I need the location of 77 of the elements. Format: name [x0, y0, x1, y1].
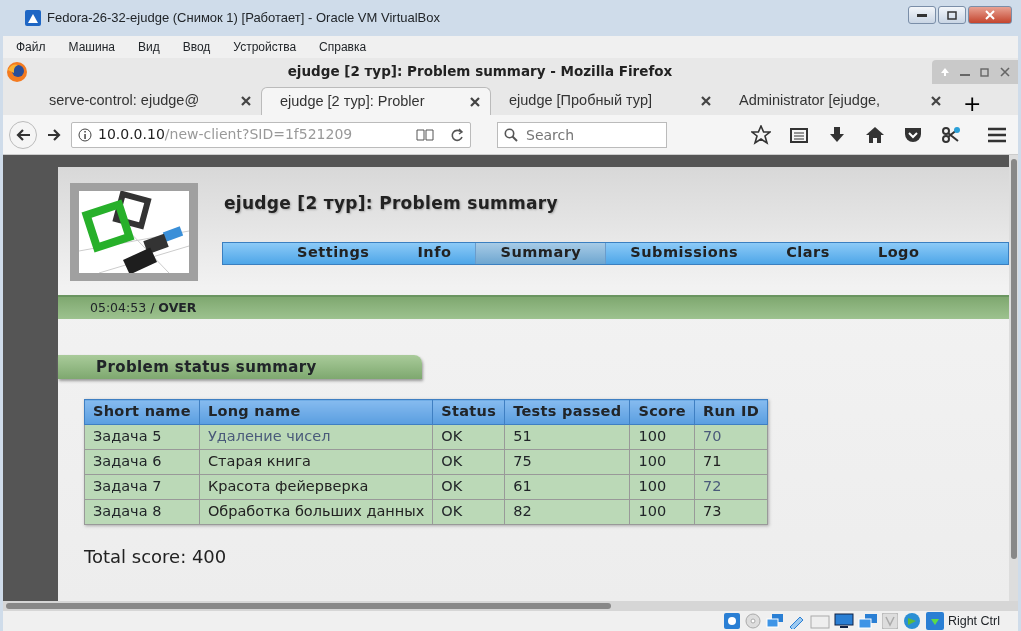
close-tab-icon[interactable]	[470, 96, 480, 107]
nav-link[interactable]: Submissions	[606, 242, 763, 264]
table-cell: Задача 7	[84, 474, 200, 500]
table-cell: 61	[504, 474, 630, 500]
reload-icon[interactable]	[450, 127, 464, 142]
table-cell: 75	[504, 449, 630, 475]
separator-text: /	[150, 298, 155, 317]
close-icon[interactable]	[1000, 66, 1010, 77]
browser-tab[interactable]: ejudge [2 тур]: Probler	[261, 87, 491, 115]
minimize-icon	[917, 13, 927, 17]
windows-icon	[857, 613, 878, 629]
reader-view-icon[interactable]	[416, 127, 434, 142]
nav-link[interactable]: Clars	[762, 242, 854, 264]
close-icon	[985, 10, 995, 20]
browser-title: ejudge [2 тур]: Problem summary - Mozilla Firefox	[287, 63, 673, 80]
column-header: Score	[629, 399, 695, 425]
table-cell: Задача 5	[84, 424, 200, 450]
table-cell: Задача 8	[84, 499, 200, 525]
globe-icon	[901, 612, 922, 630]
horizontal-scrollbar[interactable]	[3, 601, 1018, 611]
table-link[interactable]: 72	[702, 477, 722, 494]
table-cell: 51	[504, 424, 630, 450]
maximize-icon	[947, 10, 957, 20]
total-score: Total score: 400	[84, 544, 228, 569]
contest-state: OVER	[158, 298, 197, 317]
close-tab-icon[interactable]	[701, 96, 711, 106]
browser-logo-icon	[6, 60, 28, 83]
host-key-text: Right Ctrl	[947, 612, 1000, 630]
column-header: Short name	[84, 399, 200, 425]
menu-item[interactable]: Справка	[306, 38, 377, 56]
column-header: Long name	[199, 399, 433, 425]
url-text: /new-client?SID=1f521209	[164, 126, 353, 142]
section-header: Problem status summary	[58, 355, 422, 379]
address-bar[interactable]: 10.0.0.10/new-client?SID=1f521209	[71, 121, 471, 148]
new-tab-button[interactable]: +	[951, 93, 994, 115]
nav-link[interactable]: Summary	[475, 242, 607, 264]
close-tab-icon[interactable]	[241, 96, 251, 106]
display-icon	[833, 613, 854, 629]
browser-tab[interactable]: serve-control: ejudge@	[31, 87, 261, 115]
browser-tab[interactable]: Administrator [ejudge,	[721, 87, 951, 115]
search-field[interactable]: Search	[497, 121, 667, 148]
table-cell: 82	[504, 499, 630, 525]
vertical-scrollbar[interactable]	[1009, 155, 1018, 601]
info-icon	[78, 127, 92, 142]
search-icon	[504, 127, 518, 142]
network-icon	[765, 613, 784, 629]
virtualization-icon	[881, 613, 898, 629]
window-title: Fedora-26-32-ejudge (Снимок 1) [Работает] - Oracle VM VirtualBox	[47, 9, 440, 28]
menu-item[interactable]: Ввод	[169, 38, 221, 56]
close-button[interactable]	[968, 6, 1012, 24]
table-link[interactable]: 73	[702, 502, 722, 519]
nav-link[interactable]: Info	[393, 242, 476, 264]
browser-tab[interactable]: ejudge [Пробный тур]	[491, 87, 721, 115]
menu-item[interactable]: Файл	[3, 38, 56, 56]
maximize-button[interactable]	[938, 6, 966, 24]
column-header: Status	[432, 399, 505, 425]
nav-link[interactable]: Logo	[853, 242, 944, 264]
url-text: 10.0.0.10	[98, 126, 165, 142]
close-tab-icon[interactable]	[931, 96, 941, 106]
page-title: ejudge [2 тур]: Problem summary	[224, 192, 559, 215]
clock-text: 05:04:53	[90, 298, 147, 317]
table-cell: Задача 6	[84, 449, 200, 475]
column-header: Tests passed	[504, 399, 630, 425]
back-arrow-icon	[15, 127, 31, 142]
table-link[interactable]: 70	[702, 427, 722, 444]
arrow-down-icon	[925, 612, 944, 630]
minimize-button[interactable]	[908, 6, 936, 24]
app-icon	[25, 10, 41, 26]
cd-icon	[743, 613, 762, 629]
menu-item[interactable]: Вид	[124, 38, 170, 56]
menu-item[interactable]: Устройства	[220, 38, 307, 56]
forward-arrow-icon	[47, 127, 61, 142]
column-header: Run ID	[694, 399, 768, 425]
restore-icon[interactable]	[980, 66, 990, 77]
table-link[interactable]: 71	[702, 452, 722, 469]
menu-item[interactable]: Машина	[55, 38, 125, 56]
nav-link[interactable]: Settings	[273, 242, 394, 264]
